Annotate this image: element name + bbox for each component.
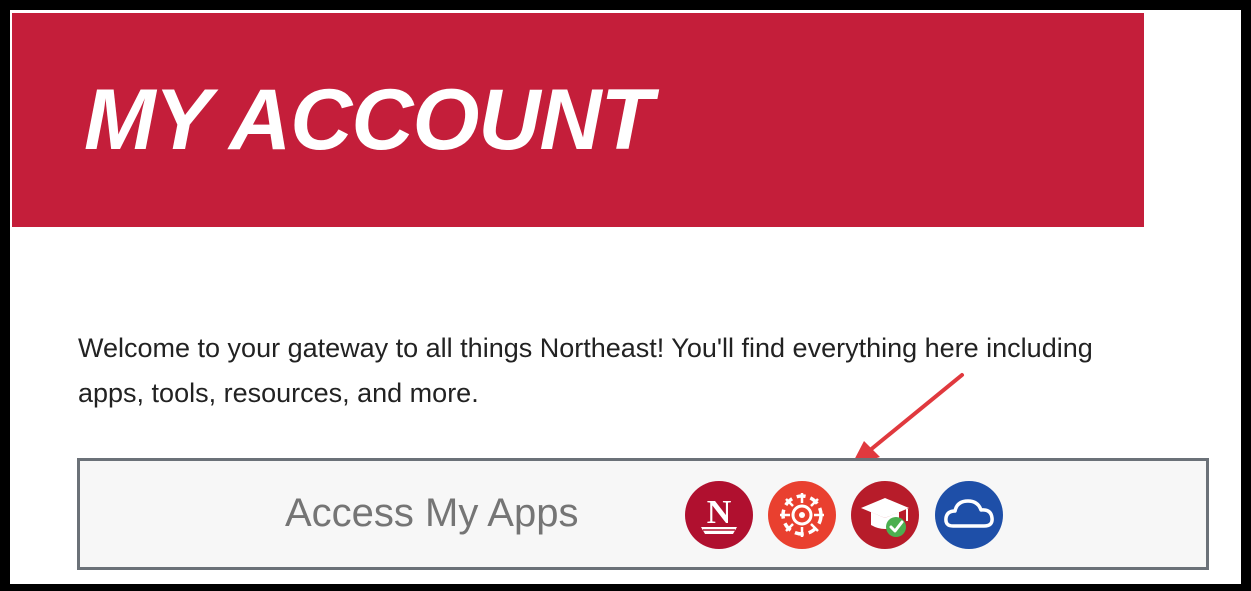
cloud-app-icon[interactable] <box>935 481 1003 549</box>
graduation-cap-app-icon[interactable] <box>851 481 919 549</box>
page-title: MY ACCOUNT <box>84 72 653 168</box>
access-my-apps-panel: Access My Apps N <box>77 458 1209 570</box>
wheel-app-icon[interactable] <box>768 481 836 549</box>
cloud-icon <box>944 499 994 528</box>
graduation-cap-check-icon <box>861 498 909 537</box>
northeast-n-icon: N <box>701 494 737 534</box>
access-my-apps-label: Access My Apps <box>285 491 579 535</box>
header-banner: MY ACCOUNT <box>12 13 1144 227</box>
welcome-text: Welcome to your gateway to all things No… <box>78 333 1093 408</box>
northeast-n-app-icon[interactable]: N <box>685 481 753 549</box>
wheel-icon <box>780 493 824 537</box>
screenshot-frame: MY ACCOUNT Welcome to your gateway to al… <box>0 0 1251 591</box>
svg-text:N: N <box>707 494 732 531</box>
